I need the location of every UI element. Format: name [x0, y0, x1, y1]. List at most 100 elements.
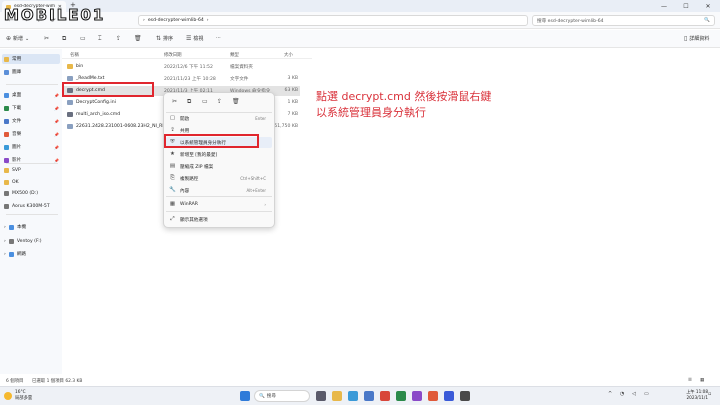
column-size[interactable]: 大小	[284, 52, 293, 58]
sidebar-item[interactable]: 桌面 📌	[4, 90, 62, 100]
weather-widget[interactable]: 16°C 局部多雲	[4, 390, 32, 401]
sidebar-item-label: 圖庫	[12, 70, 22, 75]
breadcrumb-current[interactable]: esd-decrypter-wimlib-64	[148, 18, 204, 23]
context-menu-item[interactable]: 🔧 內容 Alt+Enter	[166, 185, 272, 196]
edge-icon[interactable]	[348, 391, 358, 401]
file-size: 1 KB	[287, 100, 298, 105]
sidebar-item-icon	[8, 251, 14, 257]
sidebar-divider	[6, 163, 58, 164]
sidebar-item-icon	[4, 203, 9, 209]
notification-icon[interactable]: ▫	[708, 391, 711, 397]
chevron-down-icon: ⌄	[25, 35, 30, 42]
chevron-right-icon[interactable]: ›	[4, 225, 6, 230]
file-explorer-icon[interactable]	[332, 391, 342, 401]
sidebar-divider	[6, 84, 58, 85]
weather-desc: 局部多雲	[15, 396, 33, 401]
rename-icon[interactable]: ⌶	[98, 35, 102, 43]
app-icon[interactable]	[460, 391, 470, 401]
store-icon[interactable]	[364, 391, 374, 401]
details-pane-button[interactable]: ▯ 詳細資料	[684, 35, 709, 42]
context-menu-label: 開啟	[180, 117, 190, 122]
app-icon[interactable]	[412, 391, 422, 401]
app-icon[interactable]	[396, 391, 406, 401]
rename-icon[interactable]: ▭	[202, 98, 208, 105]
taskbar-search[interactable]: 🔍 搜尋	[254, 390, 310, 402]
sidebar-item-icon	[4, 179, 9, 185]
delete-icon[interactable]: 🗑	[232, 98, 240, 105]
volume-icon[interactable]: ◁	[632, 391, 636, 397]
sidebar-item-icon	[8, 238, 14, 244]
task-view-icon[interactable]	[316, 391, 326, 401]
copy-icon[interactable]: ⧉	[187, 98, 191, 106]
new-button[interactable]: ⊕ 新增 ⌄	[6, 35, 29, 42]
address-field[interactable]: › esd-decrypter-wimlib-64 ›	[138, 15, 528, 26]
chrome-icon[interactable]	[380, 391, 390, 401]
maximize-button[interactable]: ☐	[676, 0, 696, 12]
context-menu-item[interactable]: ▢ 開啟 Enter	[166, 113, 272, 124]
column-type[interactable]: 類型	[230, 52, 239, 58]
sort-button[interactable]: ⇅ 排序	[156, 35, 173, 42]
context-menu-item[interactable]: ▦ WinRAR ›	[166, 199, 272, 210]
context-menu-item[interactable]: ★ 新增至 [我的最愛]	[166, 149, 272, 160]
sidebar-item-icon	[4, 92, 9, 98]
sidebar-item-label: Aorus K300M-5T	[12, 203, 50, 209]
sidebar-item-label: Ventoy (F:)	[16, 238, 42, 244]
more-options-button[interactable]: ···	[216, 35, 221, 41]
app-icon[interactable]	[428, 391, 438, 401]
cut-icon[interactable]: ✂	[172, 98, 177, 105]
sidebar-item[interactable]: 文件 📌	[4, 116, 62, 126]
star-icon: ★	[170, 151, 175, 157]
sidebar-item[interactable]: › 網路	[4, 249, 62, 259]
app-icon[interactable]	[444, 391, 454, 401]
sidebar-item[interactable]: › 本機	[4, 222, 62, 232]
context-menu-item[interactable]: ⤢ 顯示其他選項	[166, 214, 272, 225]
close-window-button[interactable]: ✕	[698, 0, 718, 12]
list-view-icon[interactable]: ☰	[688, 378, 692, 383]
start-icon[interactable]	[240, 391, 250, 401]
context-menu-label: 壓縮成 ZIP 檔案	[180, 165, 214, 170]
sidebar-item[interactable]: Aorus K300M-5T	[4, 201, 62, 211]
cut-icon[interactable]: ✂	[44, 35, 49, 42]
sidebar-item[interactable]: › Ventoy (F:)	[4, 236, 62, 246]
sidebar-item[interactable]: 音樂 📌	[4, 129, 62, 139]
details-icon: ▯	[684, 35, 688, 42]
network-icon[interactable]: ◔	[620, 391, 624, 397]
battery-icon[interactable]: ▭	[644, 391, 649, 397]
sidebar-item-label: 桌面	[12, 93, 22, 98]
sidebar-item-label: 常用	[12, 57, 22, 62]
copy-icon[interactable]: ⧉	[62, 35, 66, 43]
share-icon[interactable]: ⇪	[217, 98, 222, 105]
chevron-right-icon[interactable]: ›	[4, 239, 6, 244]
sidebar-item[interactable]: 圖庫	[4, 67, 62, 77]
file-icon	[67, 64, 73, 69]
file-date: 2022/12/6 下午 11:52	[164, 65, 213, 70]
pin-icon: 📌	[54, 118, 59, 124]
sidebar-item[interactable]: OK	[4, 177, 62, 187]
column-date[interactable]: 修改日期	[164, 52, 182, 58]
delete-icon[interactable]: 🗑	[134, 35, 142, 42]
file-size: 63 KB	[284, 88, 298, 93]
tray-overflow-icon[interactable]: ^	[608, 391, 612, 397]
context-menu-item[interactable]: ⎘ 複製路徑 Ctrl+Shift+C	[166, 173, 272, 184]
minimize-button[interactable]: —	[654, 0, 674, 12]
context-menu-item[interactable]: ▤ 壓縮成 ZIP 檔案	[166, 161, 272, 172]
column-name[interactable]: 名稱	[70, 52, 79, 58]
sidebar-item[interactable]: 圖片 📌	[4, 142, 62, 152]
taskbar-search-label: 搜尋	[266, 394, 276, 399]
file-size: 3 KB	[287, 76, 298, 81]
sidebar-item[interactable]: 下載 📌	[4, 103, 62, 113]
grid-view-icon[interactable]: ▦	[700, 378, 704, 383]
chevron-right-icon[interactable]: ›	[4, 252, 6, 257]
share-icon[interactable]: ⇪	[116, 35, 121, 42]
sidebar-item[interactable]: MX500 (D:)	[4, 188, 62, 198]
sidebar-item[interactable]: 常用	[2, 54, 60, 64]
sidebar-item-icon	[4, 131, 9, 137]
file-row[interactable]: bin 2022/12/6 下午 11:52 檔案資料夾	[64, 62, 300, 72]
search-input[interactable]: 搜尋 esd-decrypter-wimlib-64 🔍	[532, 15, 715, 26]
paste-icon[interactable]: ▭	[80, 35, 86, 42]
file-size: 7 KB	[287, 112, 298, 117]
sidebar-item-label: 音樂	[12, 132, 22, 137]
sidebar-item[interactable]: SVP	[4, 165, 62, 175]
clock[interactable]: 上午 11:08 2023/11/1	[686, 389, 708, 401]
view-button[interactable]: ☰ 檢視	[186, 35, 203, 42]
